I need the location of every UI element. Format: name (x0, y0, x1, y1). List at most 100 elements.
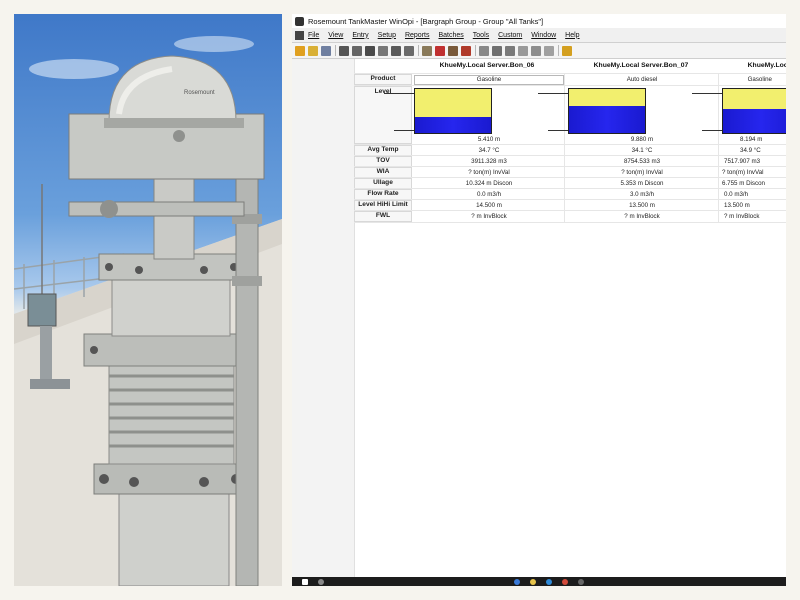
grid-line (354, 144, 786, 145)
menu-help[interactable]: Help (565, 32, 579, 39)
ullage-1: 10.324 m Discon (465, 180, 513, 187)
level-marker-1 (394, 130, 414, 131)
flow-rate-2: 3.0 m3/h (629, 191, 655, 198)
help-icon[interactable] (562, 45, 572, 56)
settings-icon[interactable] (461, 45, 471, 56)
menu-custom[interactable]: Custom (498, 32, 522, 39)
menu-entry[interactable]: Entry (352, 32, 368, 39)
menu-batches[interactable]: Batches (438, 32, 463, 39)
hihi-marker-3 (692, 93, 722, 94)
list-icon[interactable] (422, 45, 432, 56)
folder-icon[interactable] (530, 578, 536, 585)
product-fill (415, 89, 491, 117)
start-icon[interactable] (302, 578, 308, 585)
avg-temp-2: 34.1 °C (631, 147, 653, 154)
tank-gauge-photo: Rosemount (14, 14, 282, 586)
lock-icon[interactable] (295, 45, 305, 56)
fwl-1: ? m InvBlock (471, 213, 507, 220)
tank-icon[interactable] (339, 45, 349, 56)
title-bar: Rosemount TankMaster WinOpi - [Bargraph … (292, 14, 786, 28)
grid-line (354, 199, 786, 200)
flow-rate-3: 0.0 m3/h (724, 191, 749, 198)
grid-line (354, 166, 786, 167)
tank-header-2[interactable]: KhueMy.Local Server.Bon_07 (566, 62, 716, 73)
wia-1: ? ton(m) InvVal (468, 169, 510, 176)
tank-bargraph-1[interactable] (414, 88, 492, 134)
document-icon[interactable] (479, 45, 489, 56)
fwl-2: ? m InvBlock (624, 213, 660, 220)
row-label-level: Level (354, 86, 412, 144)
grid-line (354, 85, 786, 86)
level-marker-2 (548, 130, 568, 131)
tov-3: 7517.907 m3 (724, 158, 761, 165)
menu-reports[interactable]: Reports (405, 32, 430, 39)
tank-header-1[interactable]: KhueMy.Local Server.Bon_06 (412, 62, 562, 73)
level-fill (415, 117, 491, 133)
tov-2: 8754.533 m3 (623, 158, 661, 165)
document-window-icon[interactable] (295, 30, 304, 40)
monitor-icon[interactable] (321, 45, 331, 56)
level-hihi-1: 14.500 m (476, 202, 502, 209)
table-icon[interactable] (378, 45, 388, 56)
menu-view[interactable]: View (328, 32, 343, 39)
export-icon[interactable] (544, 45, 554, 56)
level-hihi-3: 13.500 m (724, 202, 750, 209)
grid-line (354, 177, 786, 178)
toolbar-separator (418, 45, 419, 56)
tank-bargraph-2[interactable] (568, 88, 646, 134)
tank-group-icon[interactable] (352, 45, 362, 56)
product-cell-3[interactable]: Gasoline (720, 76, 786, 83)
meter-icon[interactable] (492, 45, 502, 56)
store-icon[interactable] (546, 578, 552, 585)
browser-icon[interactable] (514, 578, 520, 585)
app-icon (295, 16, 304, 26)
menu-window[interactable]: Window (531, 32, 556, 39)
cube-icon[interactable] (391, 45, 401, 56)
grid-line (354, 210, 786, 211)
gear-icon[interactable] (448, 45, 458, 56)
grid-line (354, 222, 786, 223)
level-fill (723, 109, 786, 133)
level-fill (569, 106, 645, 133)
taskbar (292, 577, 786, 586)
ullage-3: 6.755 m Discon (722, 180, 765, 187)
tankmaster-icon[interactable] (578, 578, 584, 585)
cube-group-icon[interactable] (404, 45, 414, 56)
calendar-icon[interactable] (531, 45, 541, 56)
wia-2: ? ton(m) InvVal (621, 169, 663, 176)
hihi-marker-1 (384, 93, 414, 94)
product-fill (569, 89, 645, 106)
tank-bargraph-3[interactable] (722, 88, 786, 134)
level-value-1: 5.410 m (477, 136, 501, 143)
product-cell-2[interactable]: Auto diesel (566, 76, 718, 83)
report-icon[interactable] (518, 45, 528, 56)
grid-line (354, 73, 786, 74)
toolbar-separator (558, 45, 559, 56)
tankmaster-window: Rosemount TankMaster WinOpi - [Bargraph … (292, 14, 786, 586)
battery-icon[interactable] (505, 45, 515, 56)
ullage-2: 5.353 m Discon (620, 180, 664, 187)
row-label-product: Product (354, 74, 412, 85)
search-icon[interactable] (318, 578, 324, 585)
product-fill (723, 89, 786, 109)
menu-file[interactable]: File (308, 32, 319, 39)
alarm-icon[interactable] (435, 45, 445, 56)
grid-line (354, 155, 786, 156)
menu-setup[interactable]: Setup (378, 32, 396, 39)
menu-tools[interactable]: Tools (473, 32, 489, 39)
window-title: Rosemount TankMaster WinOpi - [Bargraph … (308, 16, 544, 26)
column-divider (564, 73, 565, 222)
product-cell-1[interactable]: Gasoline (414, 75, 564, 85)
level-value-2: 9.880 m (630, 136, 654, 143)
hihi-marker-2 (538, 93, 568, 94)
key-icon[interactable] (308, 45, 318, 56)
tank-header-3[interactable]: KhueMy.Local Server.Bon_08 (720, 62, 786, 73)
avg-temp-1: 34.7 °C (478, 147, 500, 154)
flow-rate-1: 0.0 m3/h (476, 191, 502, 198)
avg-temp-3: 34.9 °C (740, 147, 761, 154)
bargraph-view: KhueMy.Local Server.Bon_06 KhueMy.Local … (292, 59, 786, 581)
workspace-margin (292, 59, 355, 581)
toolbar (292, 43, 786, 59)
app-icon[interactable] (562, 578, 568, 585)
tank-view-icon[interactable] (365, 45, 375, 56)
